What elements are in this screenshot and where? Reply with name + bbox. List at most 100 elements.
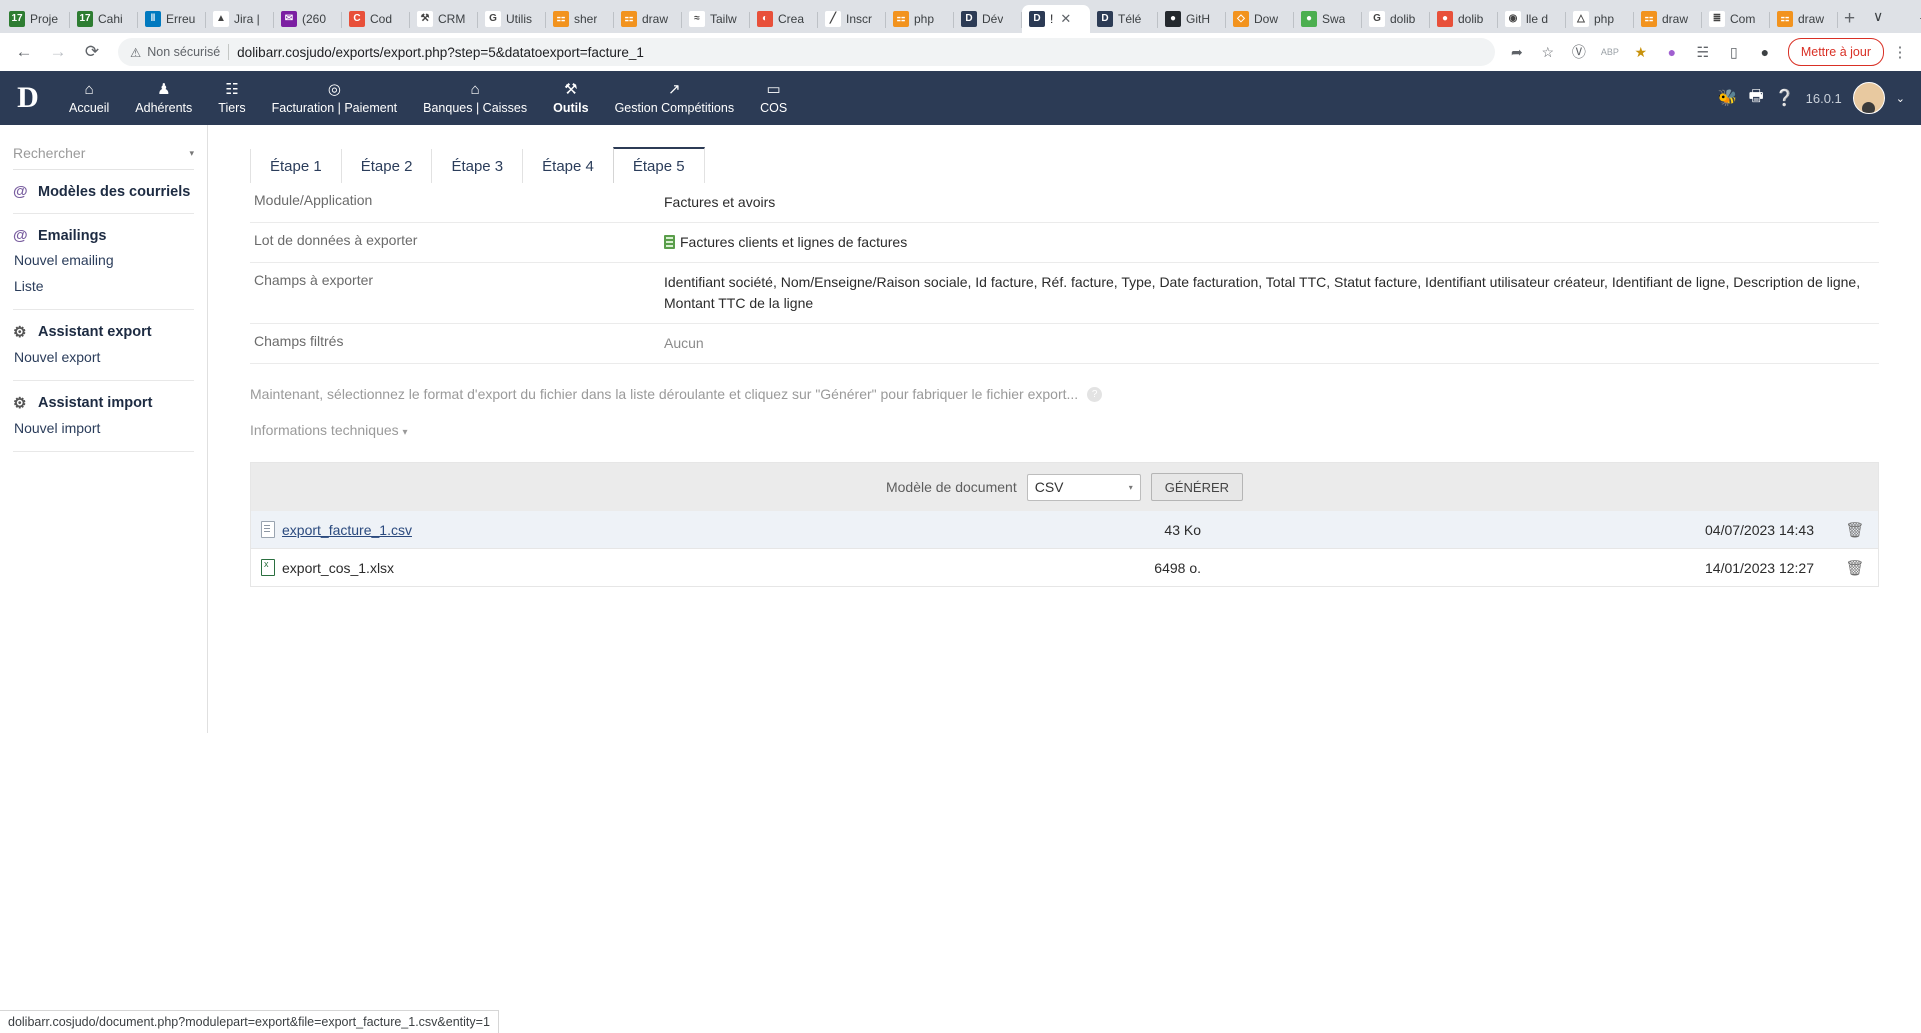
file-name-link[interactable]: export_facture_1.csv bbox=[282, 522, 412, 538]
browser-tab[interactable]: ▲ Jira | bbox=[206, 5, 274, 33]
browser-tab-strip[interactable]: 17 Proje 17 Cahi ‖ Erreu ▲ Jira | ✉ (260 C Cod ⚒ CRM G… bbox=[0, 0, 1921, 33]
sidebar-item-assistant-import[interactable]: ⚙ Assistant import bbox=[13, 391, 194, 415]
sidebar-item-mod-les-des-courriels[interactable]: @ Modèles des courriels bbox=[13, 180, 194, 203]
browser-tab[interactable]: ⚏ php bbox=[886, 5, 954, 33]
browser-tab[interactable]: ‖ Erreu bbox=[138, 5, 206, 33]
window-controls: ∨–❐✕ bbox=[1855, 0, 1921, 33]
chevron-down-icon: ▾ bbox=[1128, 482, 1133, 492]
top-menu-item-accueil[interactable]: ⌂ Accueil bbox=[56, 71, 122, 125]
forward-button[interactable]: → bbox=[42, 36, 74, 68]
browser-tab[interactable]: D Télé bbox=[1090, 5, 1158, 33]
browser-tab[interactable]: ⚏ draw bbox=[614, 5, 682, 33]
browser-tab[interactable]: ≈ Tailw bbox=[682, 5, 750, 33]
sidebar-subitem-nouvel-emailing[interactable]: Nouvel emailing bbox=[13, 247, 194, 273]
printer-icon[interactable]: 🖶 bbox=[1749, 85, 1764, 112]
top-menu-item-label: Banques | Caisses bbox=[423, 100, 528, 115]
back-button[interactable]: ← bbox=[8, 36, 40, 68]
browser-tab[interactable]: ⚏ sher bbox=[546, 5, 614, 33]
minimize-button[interactable]: – bbox=[1901, 0, 1921, 33]
pinterest-icon[interactable]: Ⓥ bbox=[1565, 38, 1593, 66]
security-status[interactable]: ⚠ Non sécurisé bbox=[130, 45, 220, 60]
sidebar-subitem-liste[interactable]: Liste bbox=[13, 273, 194, 299]
browser-tab[interactable]: Gdolib bbox=[1362, 5, 1430, 33]
address-bar[interactable]: ⚠ Non sécurisé dolibarr.cosjudo/exports/… bbox=[118, 38, 1495, 66]
help-circle-icon[interactable]: ? bbox=[1087, 386, 1103, 402]
browser-tab[interactable]: ◐ Crea bbox=[750, 5, 818, 33]
bookmark-star-icon[interactable]: ☆ bbox=[1534, 38, 1562, 66]
browser-tab[interactable]: ◉ lle d bbox=[1498, 5, 1566, 33]
browser-tab[interactable]: ⚏ draw bbox=[1634, 5, 1702, 33]
step-tabs[interactable]: Étape 1 Étape 2 Étape 3 Étape 4 Étape 5 bbox=[250, 141, 1921, 183]
browser-tab[interactable]: ≣ Com bbox=[1702, 5, 1770, 33]
tab--tape-5[interactable]: Étape 5 bbox=[612, 147, 705, 183]
chevron-down-icon[interactable]: ⌄ bbox=[1896, 92, 1905, 105]
technical-info-label: Informations techniques bbox=[250, 422, 399, 438]
browser-tab[interactable]: ● Swa bbox=[1294, 5, 1362, 33]
browser-tab-label: Télé bbox=[1118, 12, 1142, 26]
search-placeholder: Rechercher bbox=[13, 145, 86, 161]
tab--tape-4[interactable]: Étape 4 bbox=[522, 149, 613, 183]
puzzle-extension-icon[interactable]: ☵ bbox=[1689, 38, 1717, 66]
browser-tab-label: Cod bbox=[370, 12, 393, 26]
browser-tab-label: draw bbox=[642, 12, 669, 26]
top-menu-item-cos[interactable]: ▭ COS bbox=[747, 71, 800, 125]
summary-row: Champs filtrés Aucun bbox=[250, 324, 1879, 364]
profile-icon[interactable]: ● bbox=[1751, 38, 1779, 66]
tab-search-button[interactable]: ∨ bbox=[1855, 0, 1901, 33]
help-icon[interactable]: ❔ bbox=[1775, 88, 1795, 108]
diamond-icon: ◇ bbox=[1233, 11, 1249, 27]
technical-info-toggle[interactable]: Informations techniques ▾ bbox=[250, 422, 1879, 438]
top-menu-item-tiers[interactable]: ☷ Tiers bbox=[205, 71, 258, 125]
sidebar-subitem-nouvel-import[interactable]: Nouvel import bbox=[13, 415, 194, 441]
sidebar-subitem-nouvel-export[interactable]: Nouvel export bbox=[13, 344, 194, 370]
sidepanel-icon[interactable]: ▯ bbox=[1720, 38, 1748, 66]
dolibarr-logo[interactable]: D bbox=[0, 81, 56, 115]
tab--tape-2[interactable]: Étape 2 bbox=[340, 149, 432, 183]
share-icon[interactable]: ➦ bbox=[1503, 38, 1531, 66]
file-name-cell: export_cos_1.xlsx bbox=[251, 559, 941, 576]
color-picker-icon[interactable]: ● bbox=[1658, 38, 1686, 66]
browser-tab[interactable]: ⚒ CRM bbox=[410, 5, 478, 33]
adblock-icon[interactable]: ABP bbox=[1596, 38, 1624, 66]
browser-tab[interactable]: 17 Cahi bbox=[70, 5, 138, 33]
chevron-down-icon[interactable]: ▾ bbox=[189, 148, 194, 159]
reload-button[interactable]: ⟳ bbox=[76, 36, 108, 68]
browser-tab[interactable]: 17 Proje bbox=[2, 5, 70, 33]
document-model-select[interactable]: CSV ▾ bbox=[1026, 473, 1141, 501]
update-button[interactable]: Mettre à jour bbox=[1787, 38, 1884, 66]
browser-tab[interactable]: ⚏ draw bbox=[1770, 5, 1838, 33]
browser-tab[interactable]: ◇ Dow bbox=[1226, 5, 1294, 33]
browser-menu-button[interactable]: ⋮ bbox=[1887, 38, 1913, 66]
file-size: 6498 o. bbox=[1154, 559, 1201, 576]
tab--tape-3[interactable]: Étape 3 bbox=[431, 149, 522, 183]
browser-tab[interactable]: △ php bbox=[1566, 5, 1634, 33]
search-input[interactable]: Rechercher ▾ bbox=[13, 137, 194, 170]
browser-tab[interactable]: ● dolib bbox=[1430, 5, 1498, 33]
browser-tab-label: Jira | bbox=[234, 12, 260, 26]
extension-shield-icon[interactable]: ★ bbox=[1627, 38, 1655, 66]
top-menu-item-banques-caisses[interactable]: ⌂ Banques | Caisses bbox=[410, 71, 540, 125]
browser-tab[interactable]: G Utilis bbox=[478, 5, 546, 33]
top-menu-item-outils[interactable]: ⚒ Outils bbox=[540, 71, 601, 125]
bug-icon[interactable]: 🐝 bbox=[1718, 88, 1738, 108]
avatar[interactable] bbox=[1852, 82, 1885, 114]
browser-tab-label: ! bbox=[1050, 12, 1054, 26]
browser-tab[interactable]: ✉ (260 bbox=[274, 5, 342, 33]
top-menu-item-adh-rents[interactable]: ♟ Adhérents bbox=[122, 71, 205, 125]
close-icon[interactable]: ✕ bbox=[1060, 11, 1071, 27]
top-menu-item-gestion-comp-titions[interactable]: ↗ Gestion Compétitions bbox=[602, 71, 748, 125]
browser-tab[interactable]: ╱ Inscr bbox=[818, 5, 886, 33]
browser-tab[interactable]: ● GitH bbox=[1158, 5, 1226, 33]
tab--tape-1[interactable]: Étape 1 bbox=[250, 149, 341, 183]
new-tab-button[interactable]: + bbox=[1844, 5, 1855, 33]
browser-tab[interactable]: D Dév bbox=[954, 5, 1022, 33]
sidebar-item-emailings[interactable]: @ Emailings bbox=[13, 224, 194, 247]
trash-icon[interactable]: 🗑 bbox=[1832, 559, 1878, 577]
browser-tab[interactable]: C Cod bbox=[342, 5, 410, 33]
trash-icon[interactable]: 🗑 bbox=[1832, 521, 1878, 539]
browser-tab[interactable]: D! ✕ bbox=[1022, 5, 1090, 33]
sidebar-item-assistant-export[interactable]: ⚙ Assistant export bbox=[13, 320, 194, 344]
top-menu-item-facturation-paiement[interactable]: ◎ Facturation | Paiement bbox=[259, 71, 411, 125]
sidebar-group: ⚙ Assistant import Nouvel import bbox=[13, 381, 194, 452]
generate-button[interactable]: GÉNÉRER bbox=[1150, 473, 1244, 501]
